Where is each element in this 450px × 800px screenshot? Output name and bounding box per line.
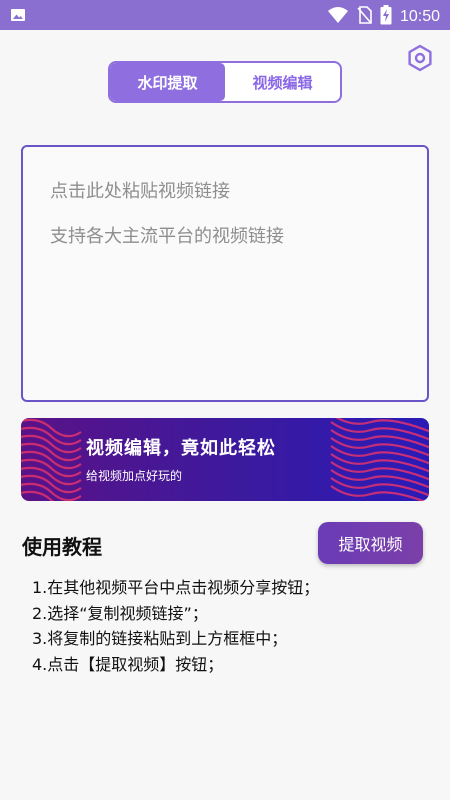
- tab-watermark-extract[interactable]: 水印提取: [110, 63, 225, 101]
- tutorial-steps: 1.在其他视频平台中点击视频分享按钮； 2.选择“复制视频链接”； 3.将复制的…: [32, 575, 319, 677]
- tutorial-step: 1.在其他视频平台中点击视频分享按钮；: [32, 578, 320, 597]
- mode-tabs: 水印提取 视频编辑: [108, 61, 342, 103]
- extract-video-button[interactable]: 提取视频: [318, 522, 423, 564]
- banner-title: 视频编辑，竟如此轻松: [86, 438, 276, 459]
- battery-charging-icon: [380, 5, 392, 29]
- tutorial-step: 2.选择“复制视频链接”；: [32, 603, 208, 623]
- video-edit-banner[interactable]: 视频编辑，竟如此轻松 给视频加点好玩的: [21, 418, 429, 501]
- no-sim-icon: [356, 6, 372, 28]
- tutorial-title: 使用教程: [22, 535, 102, 559]
- tutorial-step: 3.将复制的链接粘贴到上方框框中；: [32, 629, 288, 648]
- status-time: 10:50: [399, 8, 440, 25]
- banner-subtitle: 给视频加点好玩的: [86, 469, 183, 483]
- tutorial-step: 4.点击【提取视频】按钮；: [32, 654, 224, 674]
- link-input-area[interactable]: 点击此处粘贴视频链接 支持各大主流平台的视频链接: [21, 145, 429, 402]
- settings-icon[interactable]: [406, 44, 434, 72]
- link-placeholder-line2: 支持各大主流平台的视频链接: [50, 226, 284, 247]
- tab-video-edit[interactable]: 视频编辑: [225, 63, 340, 101]
- status-bar: 10:50: [0, 0, 450, 30]
- wifi-icon: [327, 6, 348, 28]
- link-placeholder-line1: 点击此处粘贴视频链接: [50, 181, 230, 202]
- image-icon: [10, 7, 26, 27]
